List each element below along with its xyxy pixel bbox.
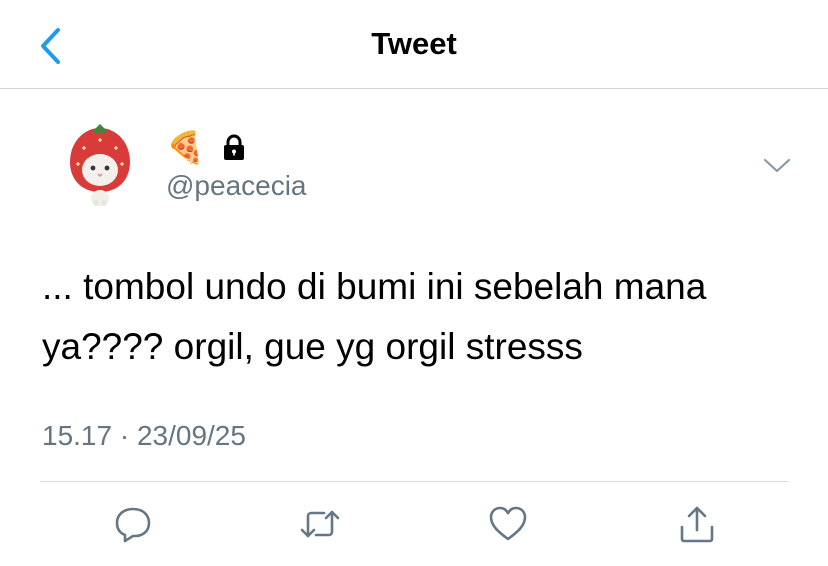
user-handle[interactable]: @peacecia [166, 170, 307, 202]
chevron-down-icon [763, 158, 791, 173]
page-title: Tweet [371, 26, 457, 61]
display-name-emoji: 🍕 [166, 129, 205, 165]
lock-icon [223, 134, 244, 160]
display-name-row: 🍕 [166, 127, 249, 167]
avatar[interactable] [66, 124, 134, 208]
tweet-timestamp: 15.17 · 23/09/25 [42, 420, 246, 451]
retweet-icon [300, 510, 340, 538]
reply-button[interactable] [111, 502, 155, 546]
heart-icon [489, 506, 527, 541]
share-icon [680, 506, 714, 543]
divider [40, 481, 788, 482]
reply-icon [115, 507, 151, 543]
tweet-menu-button[interactable] [760, 152, 794, 180]
tweet-text: ... tombol undo di bumi ini sebelah mana… [42, 266, 717, 367]
share-button[interactable] [675, 502, 719, 546]
retweet-button[interactable] [298, 502, 342, 546]
like-button[interactable] [486, 502, 530, 546]
header-bar: Tweet [0, 0, 828, 89]
